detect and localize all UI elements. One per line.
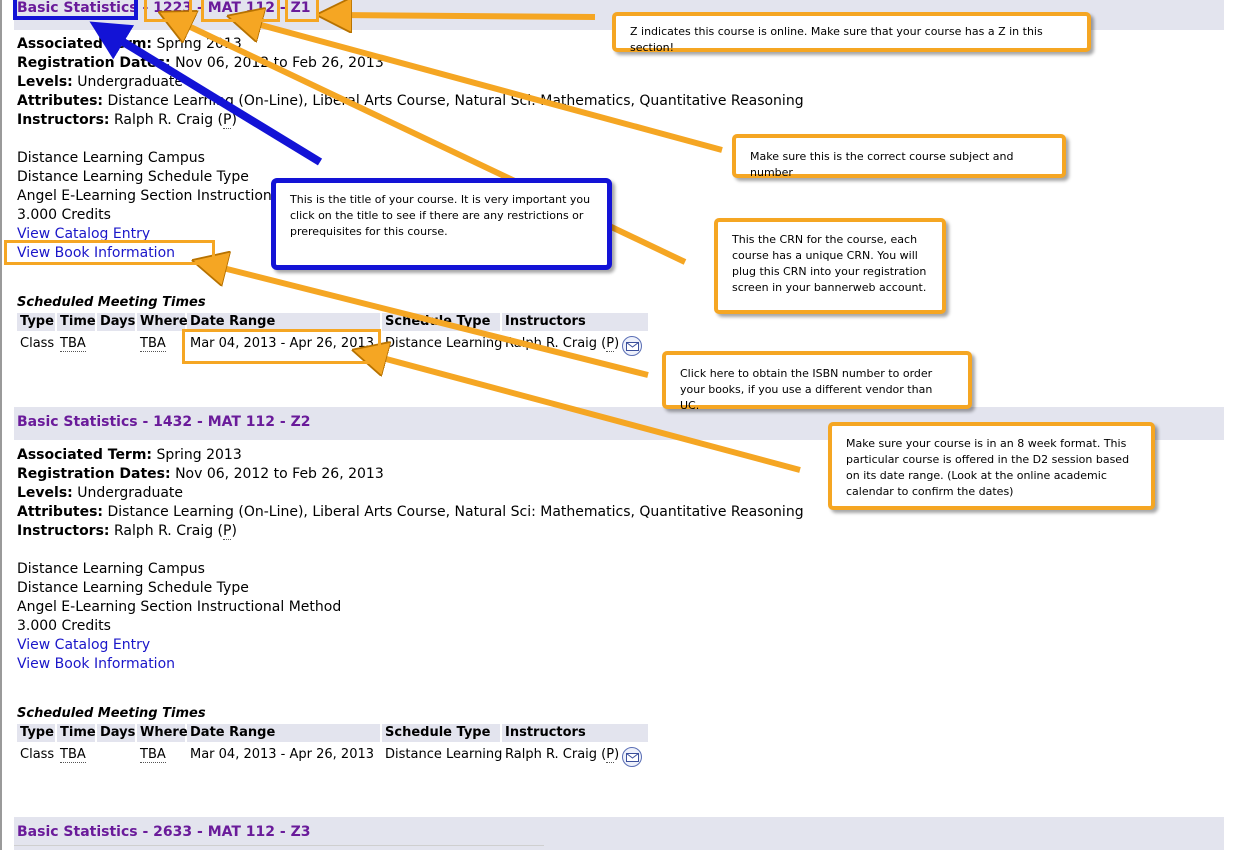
arrow-icon	[340, 15, 596, 17]
callout-course-title: This is the title of your course. It is …	[271, 178, 612, 270]
callout-subject-number: Make sure this is the correct course sub…	[732, 134, 1066, 179]
subject-highlight	[201, 0, 280, 22]
arrow-icon	[89, 21, 323, 166]
callout-crn: This the CRN for the course, each course…	[714, 218, 946, 314]
section-highlight	[285, 0, 319, 22]
callout-online-section: Z indicates this course is online. Make …	[612, 12, 1091, 54]
title-highlight	[13, 0, 138, 20]
date-range-highlight	[182, 329, 381, 364]
callout-8-week-format: Make sure your course is in an 8 week fo…	[828, 422, 1155, 510]
crn-highlight	[144, 0, 192, 22]
book-link-highlight	[4, 240, 215, 265]
callout-isbn: Click here to obtain the ISBN number to …	[662, 351, 972, 412]
